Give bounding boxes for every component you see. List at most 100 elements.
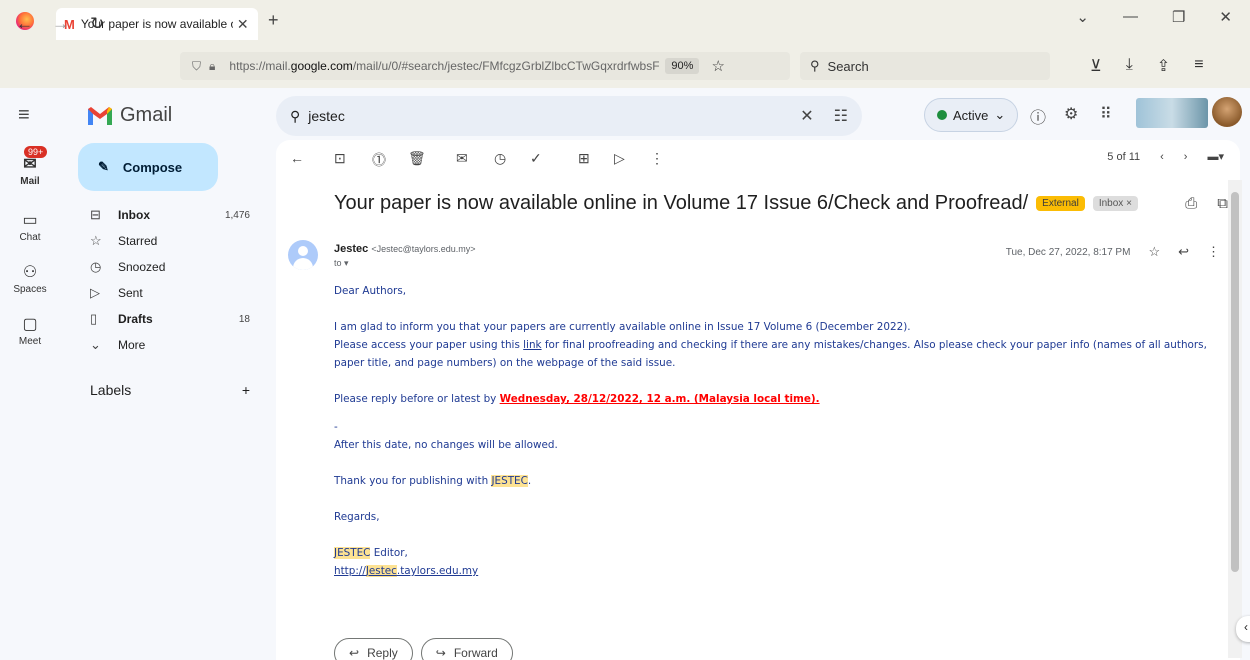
restore-button[interactable]: ❐ [1172,8,1185,26]
close-window-button[interactable]: ✕ [1219,8,1232,26]
gmail-m-icon [88,106,112,125]
archive-icon[interactable]: ⊡ [334,150,346,167]
email-date: Tue, Dec 27, 2022, 8:17 PM [1005,246,1131,258]
subject-text: Your paper is now available online in Vo… [334,192,1029,214]
star-icon[interactable]: ☆ [1148,244,1160,260]
browser-toolbar-right: ⊻ ⤓ ⇪ ≡ [1090,56,1204,76]
zoom-level[interactable]: 90% [665,58,700,74]
rail-chat-label: Chat [19,232,41,243]
signature-name: JESTEC Editor, [334,547,408,559]
print-icon[interactable]: ⎙ [1185,195,1197,212]
browser-search-placeholder: Search [827,58,869,74]
open-new-window-icon[interactable]: ⧉ [1217,195,1228,212]
send-icon: ▷ [90,285,100,300]
search-icon[interactable]: ⚲ [290,108,300,125]
menu-icon[interactable]: ≡ [1194,56,1203,76]
rail-mail[interactable]: ✉ Mail [0,154,60,187]
sender-info: Jestec <Jestec@taylors.edu.my> [334,243,476,255]
pencil-icon: ✎ [98,159,109,174]
close-tab-icon[interactable]: ✕ [237,16,249,33]
deadline-text: Wednesday, 28/12/2022, 12 a.m. (Malaysia… [499,393,820,405]
report-spam-icon[interactable]: ⓵ [372,150,386,170]
nav-snoozed[interactable]: ◷ Snoozed [78,254,264,280]
recipient-toggle[interactable]: to ▾ [334,258,349,269]
nav-more[interactable]: ⌄ More [78,332,264,358]
add-task-icon[interactable]: ✓ [530,150,542,167]
account-avatar[interactable] [1212,97,1242,127]
nav-sent[interactable]: ▷ Sent [78,280,264,306]
email-view: ← ⊡ ⓵ 🗑︎ ✉ ◷ ✓ ⊞ ▷ ⋮ 5 of 11 ‹ › ▬▾ Your… [276,140,1240,660]
input-tools-icon[interactable]: ▬▾ [1207,150,1224,163]
mark-unread-icon[interactable]: ✉ [456,150,468,167]
snooze-icon[interactable]: ◷ [494,150,506,167]
body-paragraph-4: After this date, no changes will be allo… [334,439,558,451]
gmail-logo[interactable]: Gmail [88,104,172,127]
account-banner-image[interactable] [1136,98,1208,128]
reply-icon[interactable]: ↩ [1178,244,1189,260]
delete-icon[interactable]: 🗑︎ [408,150,426,167]
back-icon[interactable]: ← [16,14,33,34]
tab-list-icon[interactable]: ⌄ [1076,8,1089,26]
add-label-icon[interactable]: + [242,382,250,398]
nav-sent-label: Sent [118,286,143,300]
main-menu-icon[interactable]: ≡ [18,104,30,127]
nav-more-label: More [118,338,146,352]
sender-avatar[interactable] [288,240,318,270]
bookmark-star-icon[interactable]: ☆ [711,57,724,75]
reply-button[interactable]: ↩ Reply [334,638,413,660]
email-scrollbar[interactable] [1228,180,1242,658]
settings-gear-icon[interactable]: ⚙ [1064,104,1078,124]
minimize-button[interactable]: — [1123,8,1138,26]
prev-icon[interactable]: ‹ [1160,151,1164,163]
help-icon[interactable]: ⓘ [1030,104,1046,128]
forward-icon[interactable]: → [52,14,69,34]
pocket-icon[interactable]: ⊻ [1090,56,1102,76]
window-controls: ⌄ — ❐ ✕ [1076,8,1250,26]
new-tab-button[interactable]: + [268,10,279,31]
rail-meet[interactable]: ▢ Meet [0,314,60,347]
labels-title: Labels [90,382,132,398]
reply-actions: ↩ Reply ↪ Forward [334,638,513,660]
nav-inbox-label: Inbox [118,208,150,222]
rail-spaces-label: Spaces [13,284,47,295]
label-icon[interactable]: ▷ [614,150,625,167]
nav-starred-label: Starred [118,234,158,248]
mail-search-bar[interactable]: ⚲ jestec ✕ ☷ [276,96,862,136]
nav-starred[interactable]: ☆ Starred [78,228,264,254]
email-body: Dear Authors, I am glad to inform you th… [334,282,1224,580]
search-input[interactable]: jestec [308,108,800,124]
move-to-icon[interactable]: ⊞ [578,150,590,167]
download-icon[interactable]: ⤓ [1126,56,1133,76]
signature-url[interactable]: http://Jestec.taylors.edu.my [334,562,1224,580]
rail-spaces[interactable]: ⚇ Spaces [0,262,60,295]
more-options-icon[interactable]: ⋮ [650,150,664,167]
search-options-icon[interactable]: ☷ [834,106,848,126]
browser-tab[interactable]: M Your paper is now available onl ✕ [56,8,258,40]
inbox-icon: ⊟ [90,207,101,222]
rail-chat[interactable]: ▭ Chat [0,210,60,243]
reload-icon[interactable]: ↻ [90,14,104,34]
compose-label: Compose [122,159,183,175]
status-selector[interactable]: Active ⌄ [924,98,1019,132]
nav-inbox[interactable]: ⊟ Inbox 1,476 [78,202,264,228]
back-to-list-icon[interactable]: ← [290,150,304,166]
next-icon[interactable]: › [1184,151,1188,163]
shield-icon[interactable]: ⛉ [192,59,201,74]
address-bar[interactable]: ⛉ 🔒︎ https://mail.google.com/mail/u/0/#s… [180,52,790,80]
unread-badge: 99+ [24,146,48,158]
forward-button[interactable]: ↪ Forward [420,638,513,660]
labels-header: Labels + [90,382,250,398]
compose-button[interactable]: ✎ Compose [78,143,218,191]
nav-drafts-label: Drafts [118,312,153,326]
dash-line: - [334,421,338,433]
more-options-icon[interactable]: ⋮ [1207,244,1220,260]
browser-search-box[interactable]: ⚲ Search [800,52,1050,80]
nav-drafts[interactable]: ▯ Drafts 18 [78,306,264,332]
clear-search-icon[interactable]: ✕ [800,106,813,126]
apps-grid-icon[interactable]: ⠿ [1100,104,1112,124]
chevron-down-icon: ⌄ [90,337,101,352]
paper-link[interactable]: link [523,339,541,351]
lock-icon[interactable]: 🔒︎ [209,59,215,74]
inbox-label-chip[interactable]: Inbox × [1092,196,1138,211]
extensions-icon[interactable]: ⇪ [1157,56,1170,76]
